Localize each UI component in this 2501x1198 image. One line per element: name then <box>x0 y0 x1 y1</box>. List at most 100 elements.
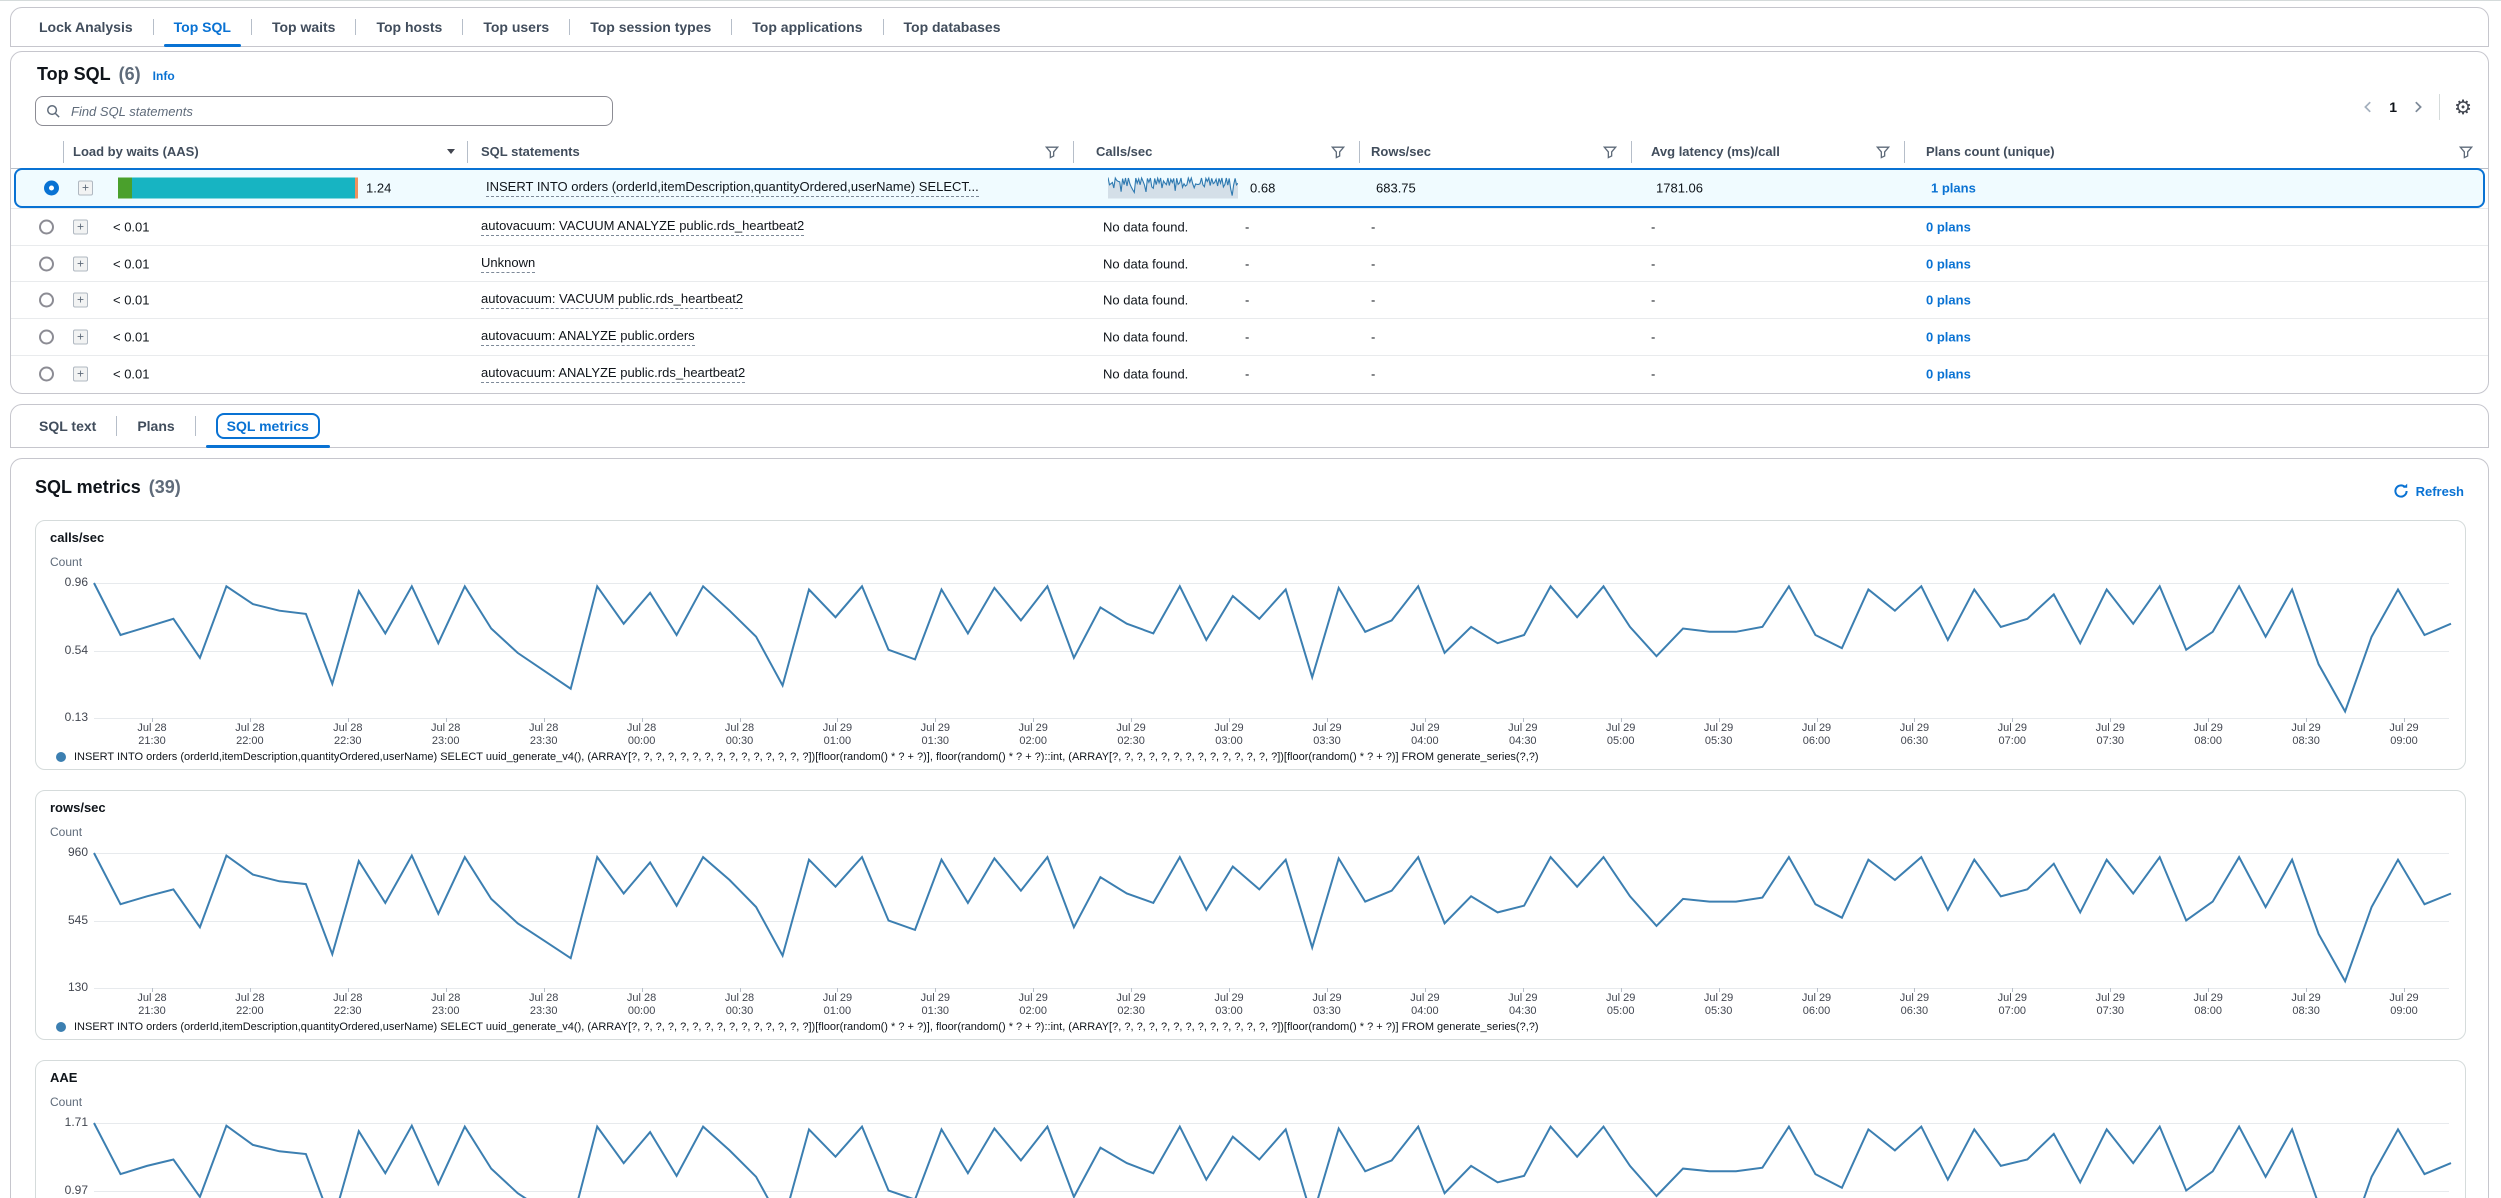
chart-plot-area <box>94 1123 2449 1198</box>
x-tick-label: Jul 29 01:00 <box>823 722 852 748</box>
x-tick-label: Jul 29 06:00 <box>1802 722 1831 748</box>
x-tick-label: Jul 29 07:30 <box>2096 992 2125 1018</box>
filter-funnel-icon[interactable] <box>2459 145 2473 159</box>
line-series <box>94 1123 2451 1198</box>
legend-series-label: INSERT INTO orders (orderId,itemDescript… <box>74 1021 1539 1033</box>
sql-statement-link[interactable]: autovacuum: ANALYZE public.rds_heartbeat… <box>481 365 745 383</box>
expand-row-icon[interactable]: + <box>73 256 88 271</box>
sql-statement-link[interactable]: autovacuum: VACUUM public.rds_heartbeat2 <box>481 291 743 309</box>
page-number[interactable]: 1 <box>2389 99 2397 115</box>
x-tick-label: Jul 29 03:30 <box>1312 992 1341 1018</box>
avg-latency-value: - <box>1651 330 1655 345</box>
sort-descending-icon[interactable] <box>445 145 457 157</box>
x-tick-label: Jul 29 01:30 <box>921 722 950 748</box>
row-select-radio[interactable] <box>44 180 59 195</box>
table-row[interactable]: +< 0.01UnknownNo data found.---0 plans <box>11 245 2488 282</box>
metrics-counter: (39) <box>149 477 181 498</box>
table-row[interactable]: +< 0.01autovacuum: ANALYZE public.rds_he… <box>11 355 2488 392</box>
detail-tabs: SQL textPlansSQL metrics <box>10 404 2489 448</box>
chart-y-axis-label: Count <box>50 825 82 839</box>
table-row[interactable]: +< 0.01autovacuum: ANALYZE public.orders… <box>11 318 2488 355</box>
plans-count-link[interactable]: 0 plans <box>1926 330 1971 345</box>
previous-page-icon[interactable] <box>2361 100 2375 114</box>
x-tick-label: Jul 28 21:30 <box>137 992 166 1018</box>
table-row[interactable]: +1.24INSERT INTO orders (orderId,itemDes… <box>14 168 2485 208</box>
gear-icon[interactable]: ⚙ <box>2454 97 2472 117</box>
load-bar-segment <box>355 177 358 198</box>
calls-no-data-text: No data found. <box>1103 367 1188 382</box>
x-tick-label: Jul 29 05:00 <box>1606 722 1635 748</box>
column-header-rows-sec[interactable]: Rows/sec <box>1371 144 1431 159</box>
panel-title: Top SQL <box>37 64 111 85</box>
column-separator <box>467 141 468 163</box>
row-select-radio[interactable] <box>39 256 54 271</box>
tab-top-session-types[interactable]: Top session types <box>570 8 731 46</box>
row-select-radio[interactable] <box>39 219 54 234</box>
row-select-radio[interactable] <box>39 367 54 382</box>
column-header-avg-latency-ms-call[interactable]: Avg latency (ms)/call <box>1651 144 1780 159</box>
plans-count-link[interactable]: 0 plans <box>1926 256 1971 271</box>
load-value: < 0.01 <box>113 293 150 308</box>
tab-sql-text[interactable]: SQL text <box>19 405 116 447</box>
chart-x-axis: Jul 28 21:30Jul 28 22:00Jul 28 22:30Jul … <box>94 722 2449 752</box>
tab-sql-metrics[interactable]: SQL metrics <box>196 405 340 447</box>
tab-top-sql[interactable]: Top SQL <box>154 8 251 46</box>
x-tick-label: Jul 28 22:00 <box>235 992 264 1018</box>
info-link[interactable]: Info <box>153 69 175 83</box>
x-tick-label: Jul 29 06:00 <box>1802 992 1831 1018</box>
column-header-calls-sec[interactable]: Calls/sec <box>1096 144 1152 159</box>
plans-count-link[interactable]: 0 plans <box>1926 367 1971 382</box>
filter-funnel-icon[interactable] <box>1876 145 1890 159</box>
tab-top-databases[interactable]: Top databases <box>884 8 1021 46</box>
expand-row-icon[interactable]: + <box>73 367 88 382</box>
plans-count-link[interactable]: 1 plans <box>1931 180 1976 195</box>
row-select-radio[interactable] <box>39 330 54 345</box>
tab-top-hosts[interactable]: Top hosts <box>356 8 462 46</box>
sql-statement-link[interactable]: autovacuum: VACUUM ANALYZE public.rds_he… <box>481 218 804 236</box>
sql-metrics-header: SQL metrics (39) <box>35 477 181 498</box>
chart-legend: INSERT INTO orders (orderId,itemDescript… <box>56 751 2449 763</box>
x-tick-label: Jul 29 07:30 <box>2096 722 2125 748</box>
x-tick-label: Jul 29 03:00 <box>1214 722 1243 748</box>
search-input[interactable] <box>69 103 602 120</box>
chart-title: rows/sec <box>50 800 106 815</box>
avg-latency-value: - <box>1651 256 1655 271</box>
tab-top-applications[interactable]: Top applications <box>732 8 882 46</box>
avg-latency-value: - <box>1651 293 1655 308</box>
expand-row-icon[interactable]: + <box>73 219 88 234</box>
expand-row-icon[interactable]: + <box>73 330 88 345</box>
x-tick-label: Jul 29 05:30 <box>1704 992 1733 1018</box>
column-header-sql-statements[interactable]: SQL statements <box>481 144 580 159</box>
tab-top-users[interactable]: Top users <box>463 8 569 46</box>
plans-count-link[interactable]: 0 plans <box>1926 293 1971 308</box>
filter-funnel-icon[interactable] <box>1331 145 1345 159</box>
filter-funnel-icon[interactable] <box>1045 145 1059 159</box>
sql-metrics-panel: SQL metrics (39) Refresh calls/secCount0… <box>10 458 2489 1198</box>
y-tick-label: 1.71 <box>40 1115 88 1129</box>
table-body: +1.24INSERT INTO orders (orderId,itemDes… <box>11 168 2488 392</box>
expand-row-icon[interactable]: + <box>78 180 93 195</box>
column-separator <box>1073 141 1074 163</box>
calls-sparkline <box>1108 176 1238 199</box>
column-header-load-by-waits-aas[interactable]: Load by waits (AAS) <box>73 144 199 159</box>
next-page-icon[interactable] <box>2411 100 2425 114</box>
metrics-title: SQL metrics <box>35 477 141 498</box>
filter-funnel-icon[interactable] <box>1603 145 1617 159</box>
tab-lock-analysis[interactable]: Lock Analysis <box>19 8 153 46</box>
calls-per-sec-value: 0.68 <box>1250 180 1275 195</box>
table-row[interactable]: + < 0.01 autovacuum: VACUUM public.rds_hea… <box>11 281 2488 318</box>
sql-statement-link[interactable]: Unknown <box>481 255 535 273</box>
expand-row-icon[interactable]: + <box>73 293 88 308</box>
table-row[interactable]: +< 0.01autovacuum: VACUUM ANALYZE public… <box>11 208 2488 245</box>
y-tick-label: 0.97 <box>40 1183 88 1197</box>
row-select-radio[interactable] <box>39 293 54 308</box>
tab-top-waits[interactable]: Top waits <box>252 8 356 46</box>
chart-x-axis: Jul 28 21:30Jul 28 22:00Jul 28 22:30Jul … <box>94 992 2449 1022</box>
x-tick-label: Jul 28 00:00 <box>627 992 656 1018</box>
column-header-plans-count-unique[interactable]: Plans count (unique) <box>1926 144 2055 159</box>
tab-plans[interactable]: Plans <box>117 405 194 447</box>
sql-statement-link[interactable]: autovacuum: ANALYZE public.orders <box>481 328 695 346</box>
sql-statement-link[interactable]: INSERT INTO orders (orderId,itemDescript… <box>486 179 979 197</box>
refresh-button[interactable]: Refresh <box>2393 483 2464 499</box>
plans-count-link[interactable]: 0 plans <box>1926 219 1971 234</box>
